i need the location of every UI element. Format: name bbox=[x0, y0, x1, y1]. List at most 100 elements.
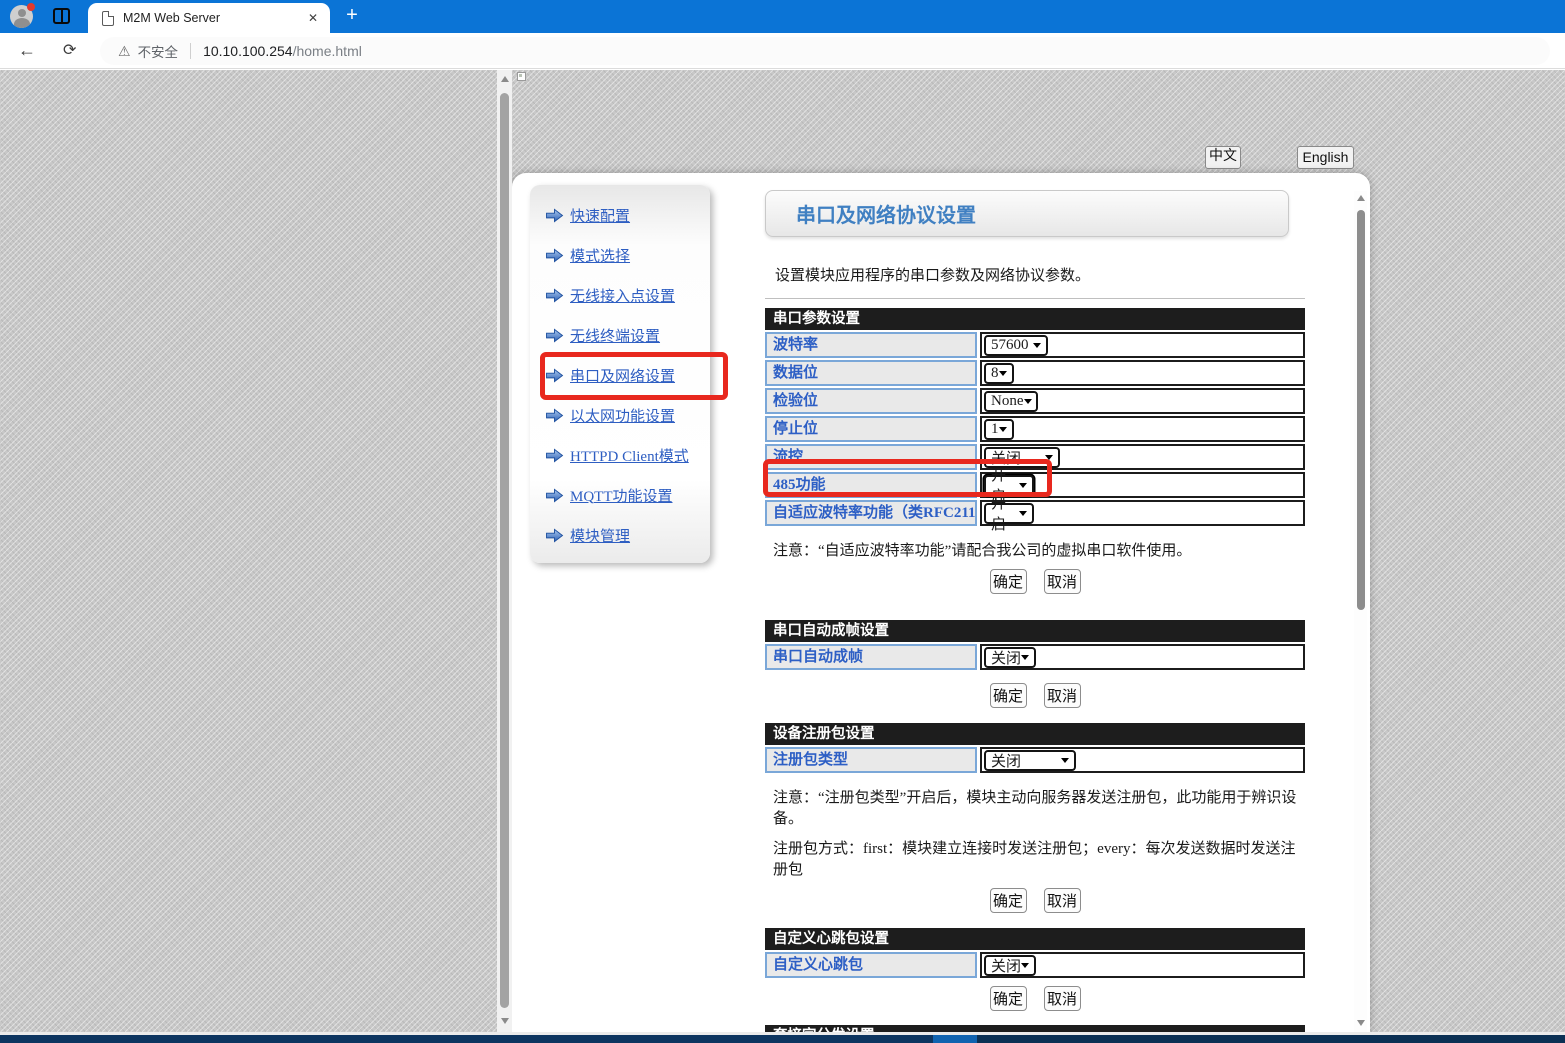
page-viewport: 中文 English 快速配置 模式选择 无线接入点设置 bbox=[0, 70, 1565, 1032]
url-host: 10.10.100.254 bbox=[203, 43, 293, 59]
button-row: 确定 取消 bbox=[765, 569, 1305, 594]
url-path: /home.html bbox=[293, 43, 362, 59]
row-value-cell: 关闭 bbox=[980, 747, 1305, 773]
page-title-card: 串口及网络协议设置 bbox=[765, 190, 1289, 237]
sidebar-item-wireless-ap[interactable]: 无线接入点设置 bbox=[545, 275, 710, 315]
ok-button[interactable]: 确定 bbox=[990, 986, 1027, 1011]
row-label: 自适应波特率功能（类RFC2117） bbox=[765, 500, 977, 526]
refresh-icon[interactable]: ⟳ bbox=[63, 40, 76, 60]
scroll-down-icon[interactable] bbox=[1357, 1020, 1365, 1026]
sidebar-link-label[interactable]: HTTPD Client模式 bbox=[570, 445, 689, 466]
sidebar-item-mode-select[interactable]: 模式选择 bbox=[545, 235, 710, 275]
content-scrollbar[interactable] bbox=[1354, 191, 1367, 1032]
table-row: 检验位 None bbox=[765, 388, 1305, 414]
security-label: 不安全 bbox=[138, 41, 179, 61]
section-header: 串口自动成帧设置 bbox=[765, 620, 1305, 642]
select-value: 开启 bbox=[991, 492, 1019, 534]
broken-image-icon bbox=[517, 72, 526, 81]
browser-tab-strip: M2M Web Server ✕ + bbox=[0, 0, 1565, 33]
row-label: 波特率 bbox=[765, 332, 977, 358]
auto-frame-select[interactable]: 关闭 bbox=[984, 647, 1036, 668]
sidebar-link-label[interactable]: 模块管理 bbox=[570, 525, 630, 546]
chevron-down-icon bbox=[999, 371, 1007, 376]
adaptive-baud-select[interactable]: 开启 bbox=[984, 503, 1034, 524]
select-value: 1 bbox=[991, 421, 999, 438]
browser-toolbar: ← ⟳ ⚠ 不安全 10.10.100.254 /home.html bbox=[0, 33, 1565, 69]
table-row: 自适应波特率功能（类RFC2117） 开启 bbox=[765, 500, 1305, 526]
scroll-down-icon[interactable] bbox=[501, 1018, 509, 1024]
sidebar-item-module-mgmt[interactable]: 模块管理 bbox=[545, 515, 710, 555]
table-row: 数据位 8 bbox=[765, 360, 1305, 386]
heartbeat-table: 自定义心跳包设置 自定义心跳包 关闭 bbox=[765, 928, 1305, 978]
note-register-packet: 注意：“注册包类型”开启后，模块主动向服务器发送注册包，此功能用于辨识设备。 bbox=[765, 786, 1305, 828]
section-header: 自定义心跳包设置 bbox=[765, 928, 1305, 950]
data-bits-select[interactable]: 8 bbox=[984, 363, 1014, 384]
chevron-down-icon bbox=[1061, 758, 1069, 763]
address-separator bbox=[190, 43, 191, 59]
scrollbar-thumb[interactable] bbox=[1357, 210, 1365, 610]
table-row: 停止位 1 bbox=[765, 416, 1305, 442]
new-tab-button[interactable]: + bbox=[340, 4, 364, 28]
chevron-down-icon bbox=[1021, 655, 1029, 660]
row-label: 注册包类型 bbox=[765, 747, 977, 773]
scrollbar-thumb[interactable] bbox=[500, 93, 509, 1008]
language-english-button[interactable]: English bbox=[1297, 146, 1354, 169]
back-icon[interactable]: ← bbox=[18, 40, 36, 61]
table-row: 自定义心跳包 关闭 bbox=[765, 952, 1305, 978]
row-value-cell: 1 bbox=[980, 416, 1305, 442]
cancel-button[interactable]: 取消 bbox=[1044, 683, 1081, 708]
section-header: 套接字分发设置 bbox=[765, 1025, 1305, 1032]
sidebar-item-quick-config[interactable]: 快速配置 bbox=[545, 195, 710, 235]
security-warning-icon[interactable]: ⚠ bbox=[118, 43, 131, 60]
sidebar-item-ethernet[interactable]: 以太网功能设置 bbox=[545, 395, 710, 435]
chevron-down-icon bbox=[999, 427, 1007, 432]
row-label: 串口自动成帧 bbox=[765, 644, 977, 670]
content-card: 快速配置 模式选择 无线接入点设置 无线终端设置 串口及网络设置 bbox=[512, 173, 1370, 1032]
cancel-button[interactable]: 取消 bbox=[1044, 888, 1081, 913]
language-chinese-button[interactable]: 中文 bbox=[1205, 146, 1241, 169]
sidebar-item-httpd-client[interactable]: HTTPD Client模式 bbox=[545, 435, 710, 475]
arrow-right-icon bbox=[545, 208, 564, 223]
ok-button[interactable]: 确定 bbox=[990, 569, 1027, 594]
tab-close-icon[interactable]: ✕ bbox=[308, 11, 318, 25]
left-frame-scrollbar[interactable] bbox=[497, 70, 512, 1032]
tab-title: M2M Web Server bbox=[123, 11, 308, 25]
sidebar-link-label[interactable]: 模式选择 bbox=[570, 245, 630, 266]
browser-tab[interactable]: M2M Web Server ✕ bbox=[88, 3, 330, 33]
scroll-up-icon[interactable] bbox=[1357, 195, 1365, 201]
sidebar-link-label[interactable]: 无线终端设置 bbox=[570, 325, 660, 346]
heartbeat-select[interactable]: 关闭 bbox=[984, 955, 1036, 976]
baud-rate-select[interactable]: 57600 bbox=[984, 335, 1048, 356]
taskbar-segment-dark bbox=[977, 1035, 1565, 1043]
cancel-button[interactable]: 取消 bbox=[1044, 569, 1081, 594]
row-value-cell: 开启 bbox=[980, 500, 1305, 526]
parity-select[interactable]: None bbox=[984, 391, 1038, 412]
ok-button[interactable]: 确定 bbox=[990, 683, 1027, 708]
workspaces-icon[interactable] bbox=[53, 8, 70, 24]
sidebar-item-mqtt[interactable]: MQTT功能设置 bbox=[545, 475, 710, 515]
table-row: 波特率 57600 bbox=[765, 332, 1305, 358]
scroll-up-icon[interactable] bbox=[501, 76, 509, 82]
select-value: 关闭 bbox=[991, 750, 1021, 771]
arrow-right-icon bbox=[545, 408, 564, 423]
button-row: 确定 取消 bbox=[765, 986, 1305, 1011]
divider bbox=[765, 298, 1305, 299]
cancel-button[interactable]: 取消 bbox=[1044, 986, 1081, 1011]
arrow-right-icon bbox=[545, 448, 564, 463]
row-label: 数据位 bbox=[765, 360, 977, 386]
table-row: 注册包类型 关闭 bbox=[765, 747, 1305, 773]
stop-bits-select[interactable]: 1 bbox=[984, 419, 1014, 440]
arrow-right-icon bbox=[545, 288, 564, 303]
sidebar-link-label[interactable]: 以太网功能设置 bbox=[570, 405, 675, 426]
section-header: 串口参数设置 bbox=[765, 308, 1305, 330]
ok-button[interactable]: 确定 bbox=[990, 888, 1027, 913]
address-bar[interactable]: ⚠ 不安全 10.10.100.254 /home.html bbox=[100, 37, 1550, 65]
register-packet-select[interactable]: 关闭 bbox=[984, 750, 1076, 771]
sidebar-item-wireless-terminal[interactable]: 无线终端设置 bbox=[545, 315, 710, 355]
sidebar-link-label[interactable]: MQTT功能设置 bbox=[570, 485, 673, 506]
sidebar-link-label[interactable]: 快速配置 bbox=[570, 205, 630, 226]
row-value-cell: None bbox=[980, 388, 1305, 414]
sidebar-link-label[interactable]: 无线接入点设置 bbox=[570, 285, 675, 306]
button-row: 确定 取消 bbox=[765, 683, 1305, 708]
auto-frame-table: 串口自动成帧设置 串口自动成帧 关闭 bbox=[765, 620, 1305, 670]
